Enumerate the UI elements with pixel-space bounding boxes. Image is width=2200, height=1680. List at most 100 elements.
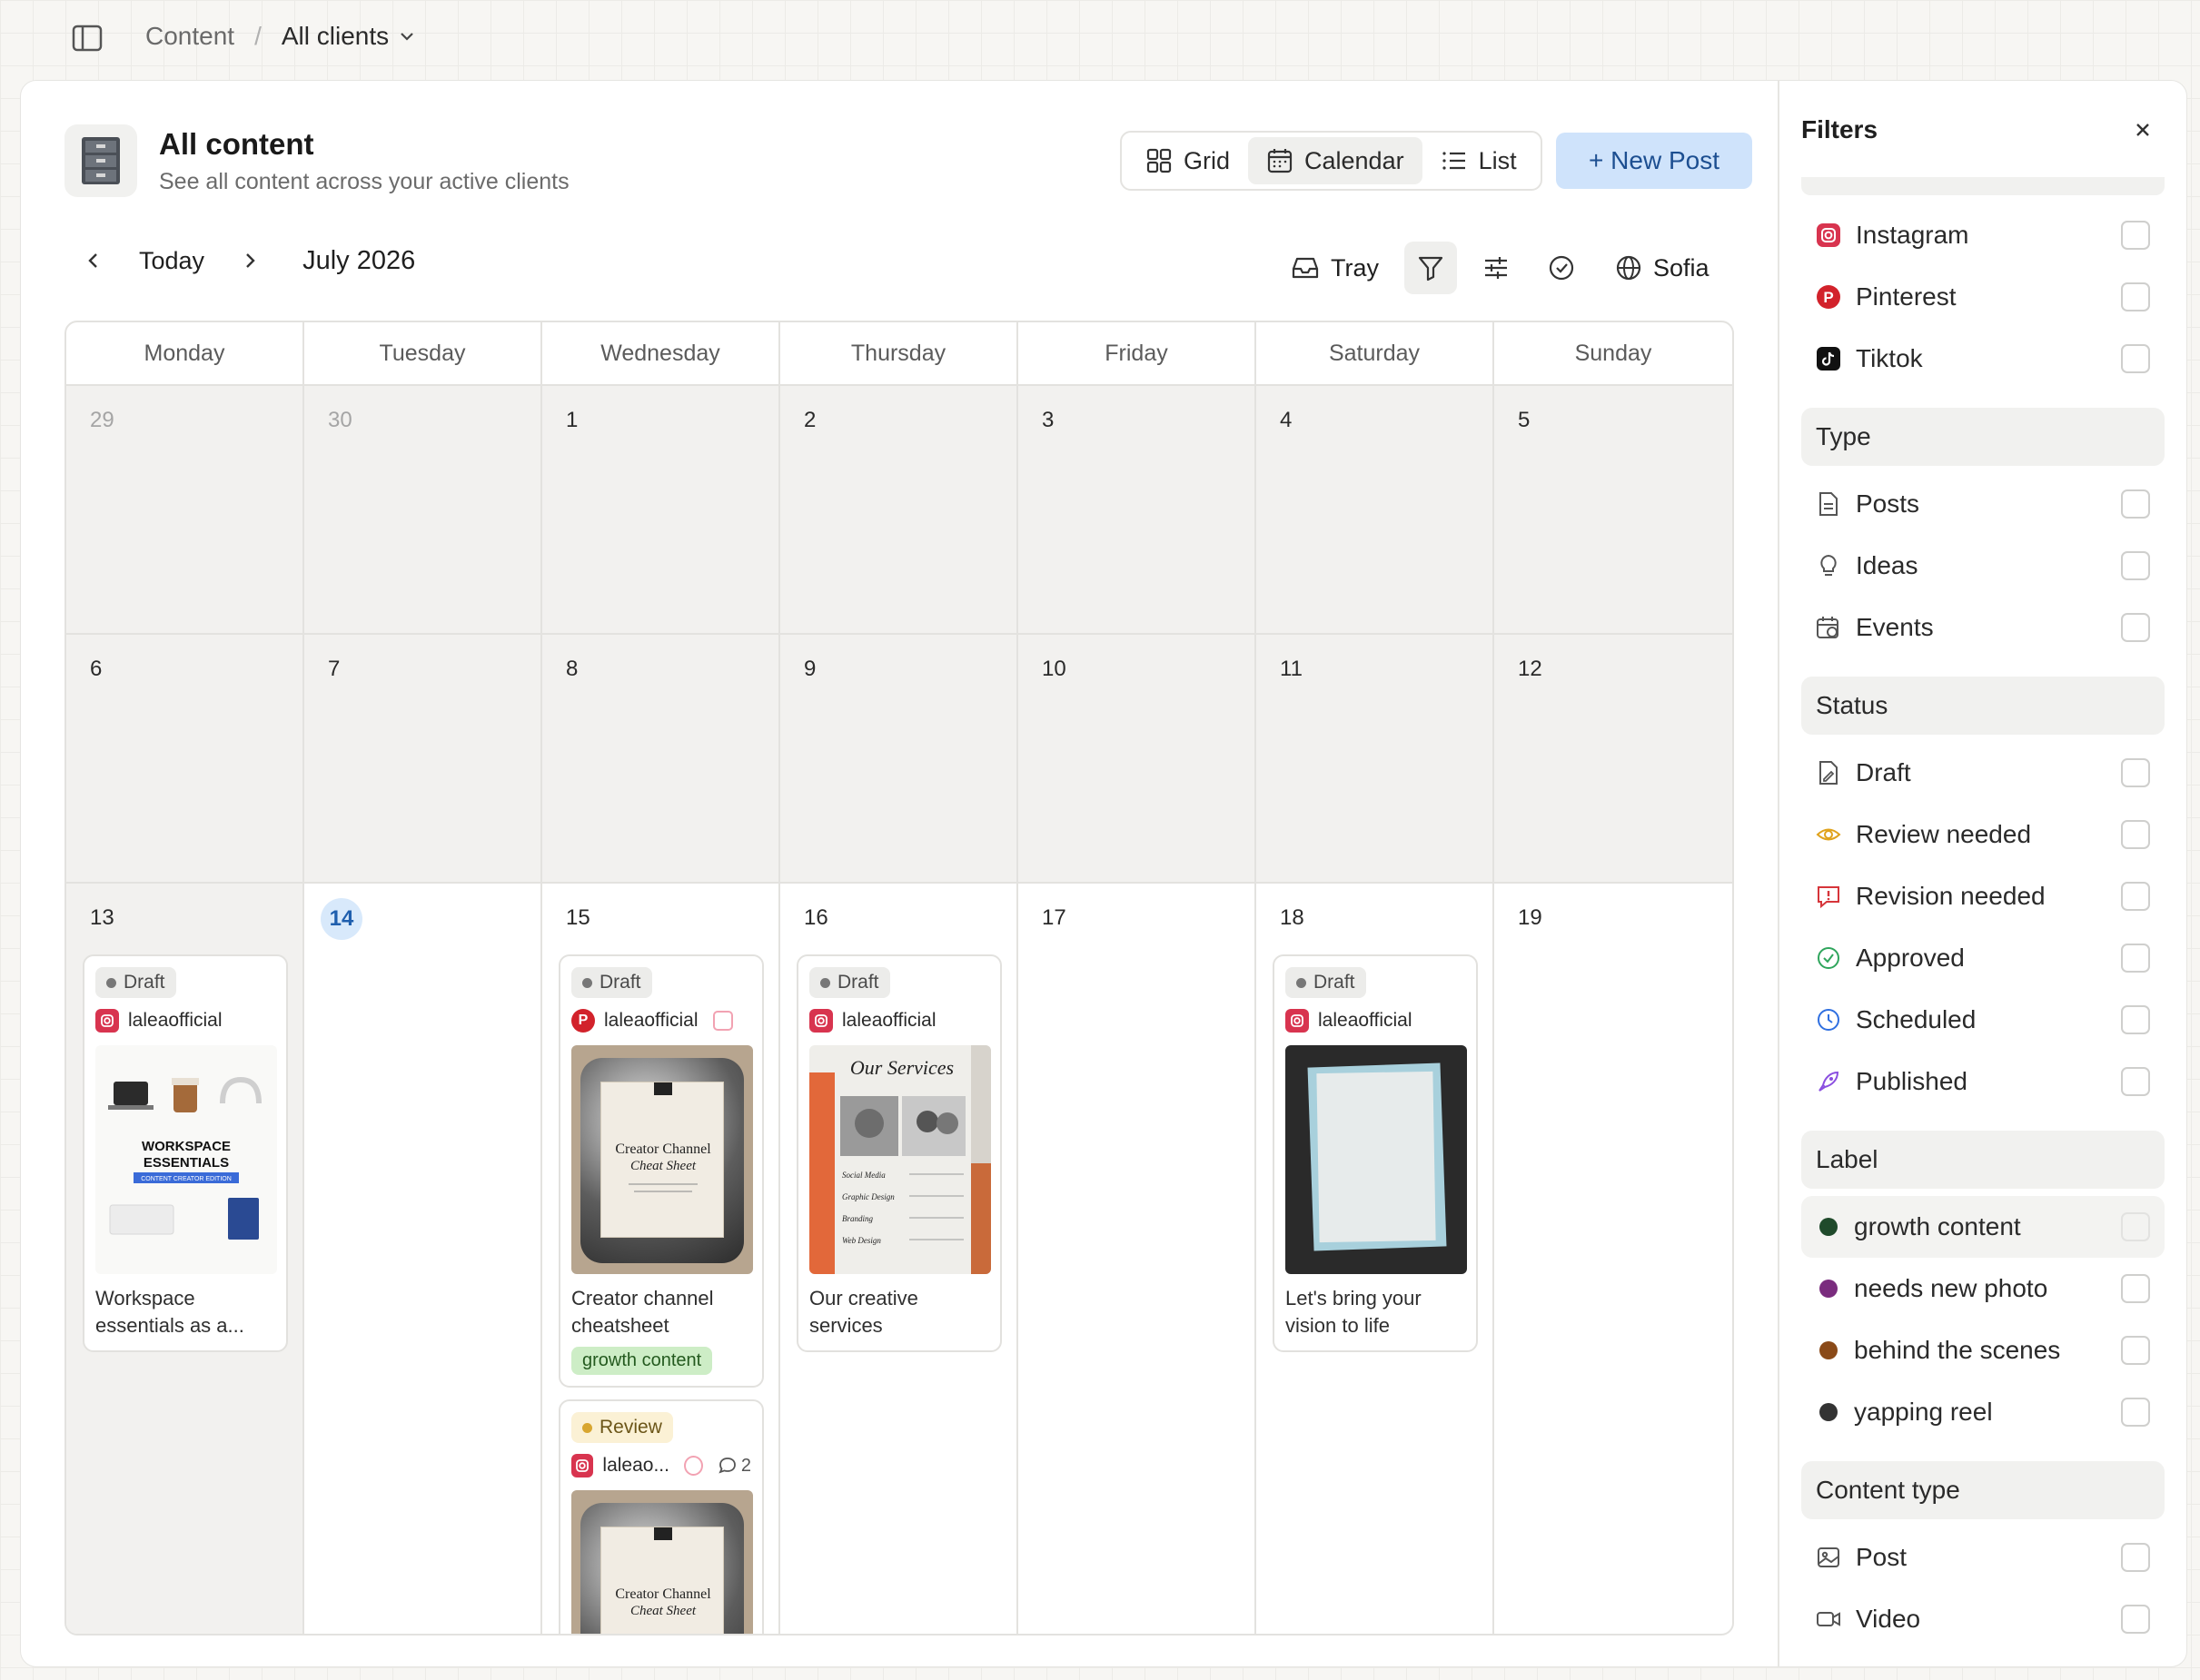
filter-checkbox[interactable]	[2121, 1212, 2150, 1241]
filter-checkbox[interactable]	[2121, 344, 2150, 373]
filter-checkbox[interactable]	[2121, 1398, 2150, 1427]
adjust-button[interactable]	[1470, 242, 1522, 294]
filter-option-events[interactable]: Events	[1801, 597, 2165, 658]
calendar-day[interactable]: 8	[542, 635, 780, 882]
calendar-day[interactable]: 2	[780, 386, 1018, 633]
filter-option-approved[interactable]: Approved	[1801, 927, 2165, 989]
calendar-day[interactable]: 4	[1256, 386, 1494, 633]
calendar-day[interactable]: 6	[66, 635, 304, 882]
calendar-day[interactable]: 5	[1494, 386, 1732, 633]
filter-option-post[interactable]: Post	[1801, 1527, 2165, 1588]
filter-option-ideas[interactable]: Ideas	[1801, 535, 2165, 597]
post-card[interactable]: Review laleao... 2 Creator Channel Cheat…	[559, 1399, 764, 1634]
filter-checkbox[interactable]	[2121, 820, 2150, 849]
calendar-day[interactable]: 16 Draft laleaofficial Our Services Soci…	[780, 884, 1018, 1634]
calendar-day[interactable]: 9	[780, 635, 1018, 882]
filter-checkbox[interactable]	[2121, 282, 2150, 311]
filter-option-label: Revision needed	[1856, 882, 2046, 910]
today-button[interactable]: Today	[139, 247, 204, 275]
filter-checkbox[interactable]	[2121, 489, 2150, 519]
calendar-day[interactable]: 30	[304, 386, 542, 633]
filter-option-revision-needed[interactable]: Revision needed	[1801, 865, 2165, 927]
filter-option-draft[interactable]: Draft	[1801, 742, 2165, 804]
filter-checkbox[interactable]	[2121, 1005, 2150, 1034]
calendar-day[interactable]: 11	[1256, 635, 1494, 882]
calendar-day[interactable]: 15 Draft P laleaofficial Creator Channel…	[542, 884, 780, 1634]
view-grid-button[interactable]: Grid	[1127, 137, 1248, 184]
filter-option-review-needed[interactable]: Review needed	[1801, 804, 2165, 865]
check-circle-icon	[1816, 945, 1841, 971]
view-calendar-button[interactable]: Calendar	[1248, 137, 1422, 184]
new-post-button[interactable]: + New Post	[1556, 133, 1752, 189]
filter-option-yapping-reel[interactable]: yapping reel	[1801, 1381, 2165, 1443]
timezone-user-button[interactable]: Sofia	[1615, 254, 1709, 282]
filter-option-posts[interactable]: Posts	[1801, 473, 2165, 535]
day-number: 30	[328, 408, 352, 432]
calendar-day[interactable]: 13 Draft laleaofficial WORKSPACE ESSENTI…	[66, 884, 304, 1634]
filter-option-label: Instagram	[1856, 221, 1969, 249]
view-list-button[interactable]: List	[1422, 137, 1535, 184]
filter-option-published[interactable]: Published	[1801, 1051, 2165, 1112]
filter-group-content-type[interactable]: Content type	[1801, 1461, 2165, 1519]
client-selector[interactable]: All clients	[282, 22, 416, 51]
calendar-day[interactable]: 1	[542, 386, 780, 633]
filter-checkbox[interactable]	[2121, 613, 2150, 642]
calendar-day[interactable]: 7	[304, 635, 542, 882]
filter-option-tiktok[interactable]: Tiktok	[1801, 328, 2165, 390]
weekday-label: Thursday	[780, 322, 1018, 384]
filter-checkbox[interactable]	[2121, 882, 2150, 911]
filter-option-pinterest[interactable]: P Pinterest	[1801, 266, 2165, 328]
label-color-dot	[1819, 1341, 1838, 1359]
comment-count: 2	[718, 1456, 751, 1477]
filter-checkbox[interactable]	[2121, 1274, 2150, 1303]
filter-checkbox[interactable]	[2121, 1067, 2150, 1096]
tray-button[interactable]: Tray	[1278, 242, 1392, 294]
filter-option-video[interactable]: Video	[1801, 1588, 2165, 1650]
view-calendar-label: Calendar	[1304, 146, 1404, 174]
calendar-day-today[interactable]: 14	[304, 884, 542, 1634]
chevron-down-icon	[401, 33, 413, 41]
post-card[interactable]: Draft P laleaofficial Creator Channel Ch	[559, 954, 764, 1388]
account-name: laleao...	[602, 1455, 669, 1476]
post-account: laleao... 2	[571, 1452, 751, 1479]
user-name: Sofia	[1653, 253, 1709, 282]
label-chip: growth content	[571, 1347, 713, 1375]
filter-option-label: Events	[1856, 613, 1934, 641]
filter-checkbox[interactable]	[2121, 1605, 2150, 1634]
calendar-day[interactable]: 29	[66, 386, 304, 633]
account-name: laleaofficial	[128, 1010, 223, 1031]
post-card[interactable]: Draft laleaofficial Let's bring your vis…	[1273, 954, 1478, 1352]
next-month-button[interactable]	[233, 244, 266, 277]
approve-button[interactable]	[1535, 242, 1588, 294]
status-badge-label: Draft	[600, 972, 641, 993]
filter-checkbox[interactable]	[2121, 551, 2150, 580]
filter-group-status[interactable]: Status	[1801, 677, 2165, 735]
filter-option-behind-the-scenes[interactable]: behind the scenes	[1801, 1319, 2165, 1381]
filter-option-scheduled[interactable]: Scheduled	[1801, 989, 2165, 1051]
sidebar-toggle-icon[interactable]	[71, 24, 104, 53]
thumb-text: Social Media	[842, 1171, 886, 1180]
filter-option-instagram[interactable]: Instagram	[1801, 204, 2165, 266]
post-thumbnail: Creator Channel Cheat Sheet	[571, 1490, 753, 1634]
filter-checkbox[interactable]	[2121, 1543, 2150, 1572]
filter-group-label[interactable]: Label	[1801, 1131, 2165, 1189]
filter-checkbox[interactable]	[2121, 221, 2150, 250]
filter-option-needs-new-photo[interactable]: needs new photo	[1801, 1258, 2165, 1319]
calendar-day[interactable]: 10	[1018, 635, 1256, 882]
calendar-day[interactable]: 12	[1494, 635, 1732, 882]
breadcrumb-content[interactable]: Content	[145, 22, 234, 51]
post-card[interactable]: Draft laleaofficial WORKSPACE ESSENTIALS…	[83, 954, 288, 1352]
post-card[interactable]: Draft laleaofficial Our Services Social …	[797, 954, 1002, 1352]
filter-option-growth-content[interactable]: growth content	[1801, 1196, 2165, 1258]
filter-group-type[interactable]: Type	[1801, 408, 2165, 466]
filter-checkbox[interactable]	[2121, 1336, 2150, 1365]
prev-month-button[interactable]	[77, 244, 110, 277]
calendar-day[interactable]: 18 Draft laleaofficial Let's bring your …	[1256, 884, 1494, 1634]
close-filters-button[interactable]	[2126, 114, 2159, 146]
filter-checkbox[interactable]	[2121, 944, 2150, 973]
filter-checkbox[interactable]	[2121, 758, 2150, 787]
calendar-day[interactable]: 3	[1018, 386, 1256, 633]
calendar-day[interactable]: 17	[1018, 884, 1256, 1634]
filter-button[interactable]	[1404, 242, 1457, 294]
calendar-day[interactable]: 19	[1494, 884, 1732, 1634]
